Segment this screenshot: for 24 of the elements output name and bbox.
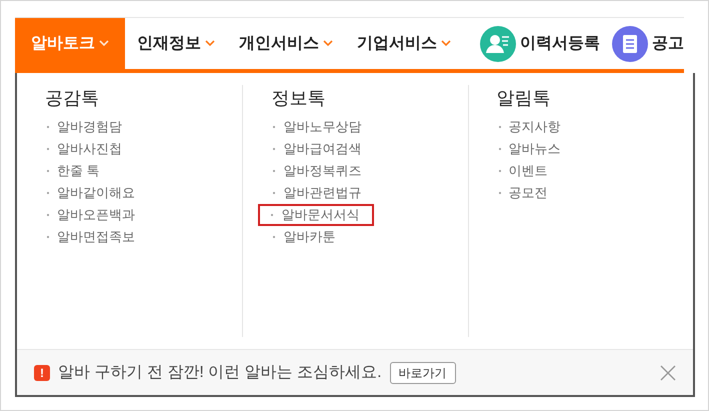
column-heading: 공감톡 [45, 87, 100, 110]
column-heading: 정보톡 [271, 87, 326, 110]
menu-link[interactable]: 알바경험담 [45, 116, 242, 138]
menu-link[interactable]: 공모전 [496, 182, 693, 204]
notice-text: 알바 구하기 전 잠깐! 이런 알바는 조심하세요. [58, 362, 382, 382]
menu-link[interactable]: 알바오픈백과 [45, 204, 242, 226]
menu-link[interactable]: 알바뉴스 [496, 138, 693, 160]
menu-link[interactable]: 알바급여검색 [271, 138, 468, 160]
nav-action-link[interactable]: 공고 [652, 32, 684, 56]
menu-link[interactable]: 공지사항 [496, 116, 693, 138]
menu-link[interactable]: 알바관련법규 [271, 182, 468, 204]
menu-link[interactable]: 알바사진첩 [45, 138, 242, 160]
nav-action-link[interactable]: 이력서등록 [520, 32, 600, 56]
menu-link[interactable]: 알바같이해요 [45, 182, 242, 204]
menu-link[interactable]: 알바정복퀴즈 [271, 160, 468, 182]
menu-link[interactable]: 알바문서서식 [258, 204, 374, 226]
warning-icon: ! [34, 364, 50, 380]
column-heading: 알림톡 [496, 87, 552, 110]
menu-link[interactable]: 알바노무상담 [271, 116, 468, 138]
menu-link[interactable]: 알바면접족보 [45, 226, 242, 248]
menu-link[interactable]: 알바카툰 [271, 226, 468, 248]
go-button[interactable]: 바로가기 [390, 362, 456, 384]
menu-link[interactable]: 이벤트 [496, 160, 693, 182]
menu-link[interactable]: 한줄 톡 [45, 160, 242, 182]
